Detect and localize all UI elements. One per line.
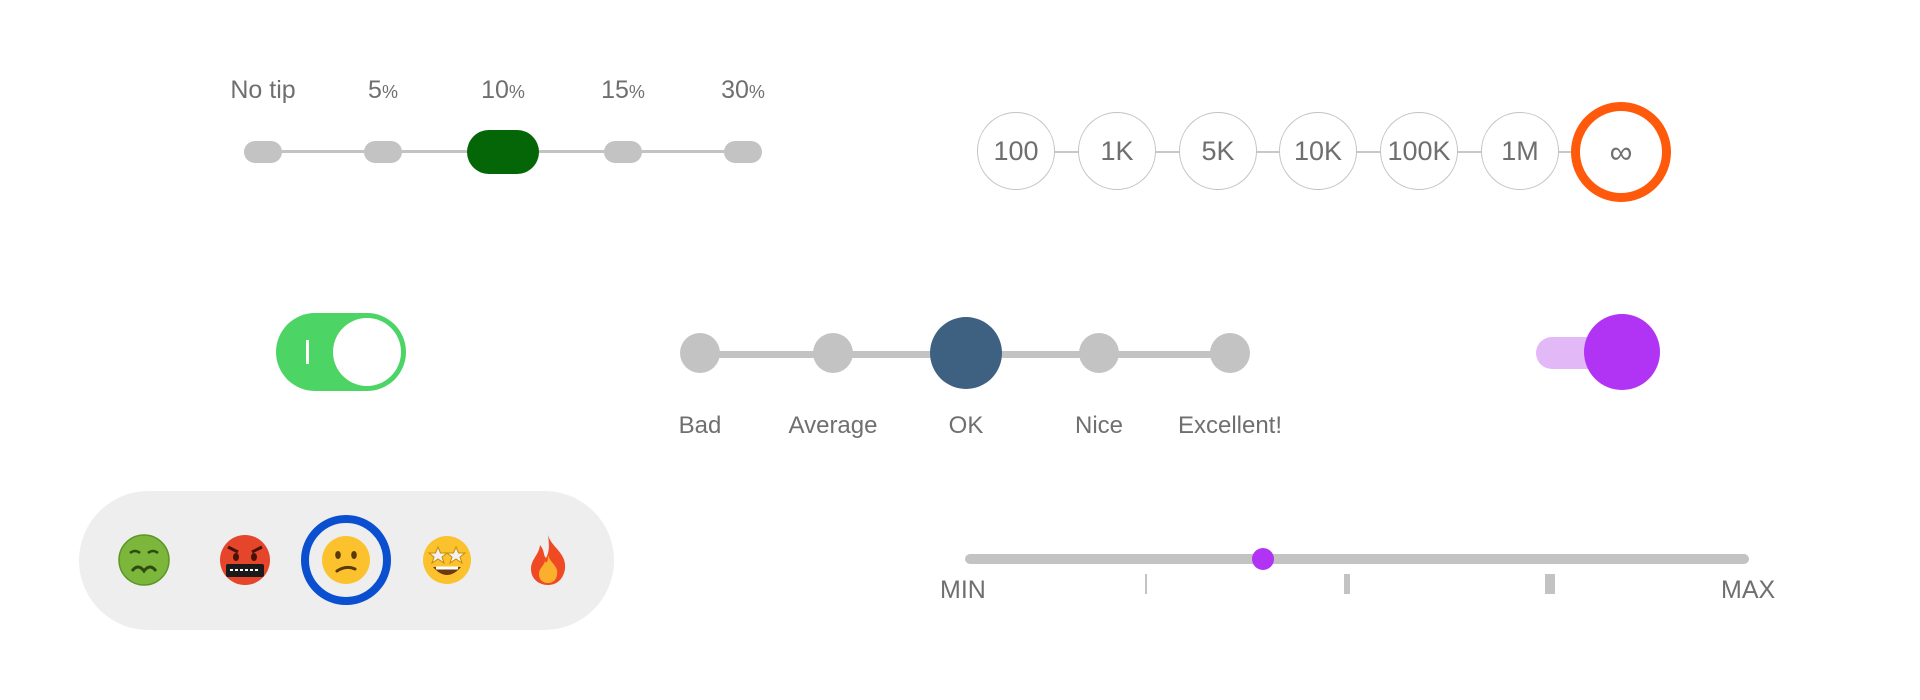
nauseated-face-icon[interactable] [117, 533, 171, 587]
rating-label[interactable]: Excellent! [1178, 412, 1282, 440]
amount-option[interactable]: 10K [1279, 112, 1357, 190]
tip-stop[interactable] [244, 141, 282, 163]
tip-stop[interactable] [604, 141, 642, 163]
amount-option-label: 10K [1293, 135, 1343, 166]
range-tick [1145, 574, 1147, 594]
tip-option-label[interactable]: No tip [230, 76, 295, 105]
amount-option[interactable]: 100K [1380, 112, 1458, 190]
on-indicator-icon [306, 340, 309, 364]
infinity-label: ∞ [1609, 133, 1633, 170]
toggle-knob[interactable] [333, 318, 401, 386]
amount-option[interactable]: 100 [977, 112, 1055, 190]
rating-stop[interactable] [1210, 333, 1250, 373]
star-struck-face-icon[interactable] [420, 533, 474, 587]
rating-stop-selected[interactable] [930, 317, 1002, 389]
tip-option-label[interactable]: 30% [721, 76, 765, 105]
amount-option[interactable]: 1K [1078, 112, 1156, 190]
fire-icon[interactable] [521, 533, 575, 587]
amount-option-selected[interactable]: ∞ [1571, 102, 1671, 202]
confused-face-icon[interactable] [319, 533, 373, 587]
rating-stop[interactable] [813, 333, 853, 373]
rating-label[interactable]: Average [789, 412, 878, 440]
amount-option[interactable]: 5K [1179, 112, 1257, 190]
tip-option-label[interactable]: 15% [601, 76, 645, 105]
tip-option-label[interactable]: 5% [368, 76, 398, 105]
tip-option-label[interactable]: 10% [481, 76, 525, 105]
range-slider-thumb[interactable] [1251, 548, 1274, 570]
rating-stop[interactable] [680, 333, 720, 373]
tip-stop-selected[interactable] [467, 130, 539, 174]
switch-knob[interactable] [1584, 314, 1660, 390]
tip-stop[interactable] [724, 141, 762, 163]
range-min-label: MIN [940, 576, 986, 604]
range-tick [1545, 574, 1555, 594]
rating-label[interactable]: Bad [679, 412, 722, 440]
range-max-label: MAX [1721, 576, 1776, 604]
range-tick [1344, 574, 1350, 594]
amount-option-label: 1M [1501, 135, 1539, 166]
cursing-face-icon[interactable] [218, 533, 272, 587]
amount-option-label: 5K [1201, 135, 1235, 166]
rating-label[interactable]: OK [949, 412, 984, 440]
amount-option[interactable]: 1M [1481, 112, 1559, 190]
rating-label[interactable]: Nice [1075, 412, 1123, 440]
amount-option-label: 100K [1387, 135, 1451, 166]
amount-option-label: 100 [993, 135, 1039, 166]
amount-option-label: 1K [1100, 135, 1134, 166]
tip-stop[interactable] [364, 141, 402, 163]
range-slider-track[interactable] [965, 554, 1749, 564]
power-toggle[interactable] [276, 313, 406, 391]
rating-stop[interactable] [1079, 333, 1119, 373]
